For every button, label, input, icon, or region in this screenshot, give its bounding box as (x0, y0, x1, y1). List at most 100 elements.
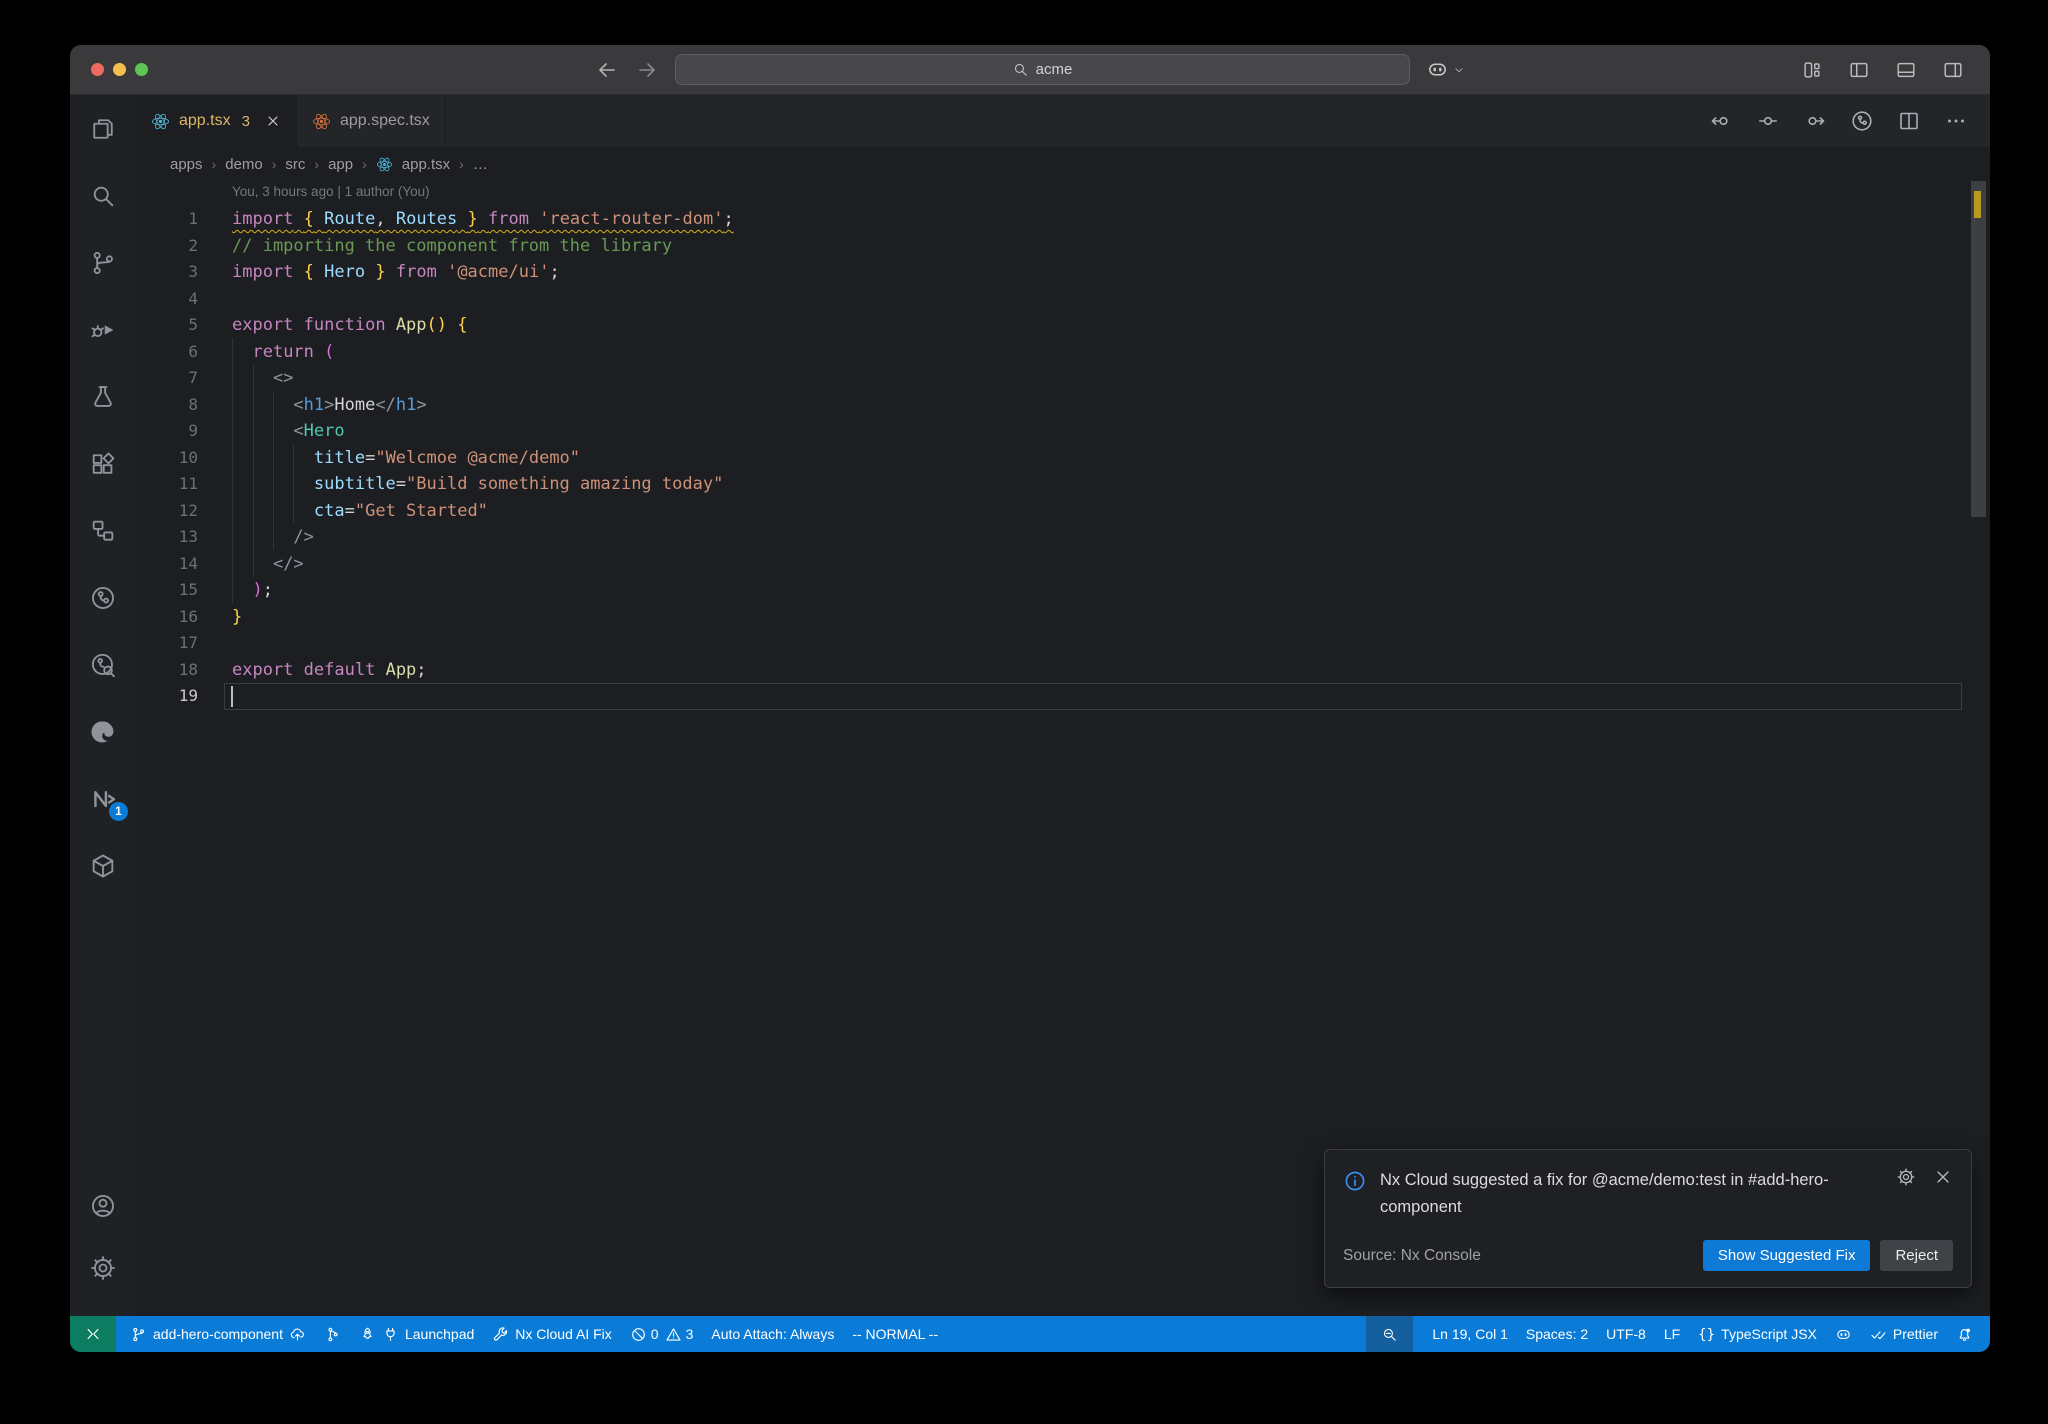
status-encoding[interactable]: UTF-8 (1597, 1316, 1655, 1352)
split-editor-icon[interactable] (1897, 109, 1921, 133)
close-window-button[interactable] (91, 63, 104, 76)
status-language-mode[interactable]: {} TypeScript JSX (1689, 1316, 1826, 1352)
code-line-3[interactable]: 3 import { Hero } from '@acme/ui'; (136, 259, 1990, 286)
status-label: Auto Attach: Always (711, 1326, 835, 1342)
text-cursor (231, 686, 233, 707)
line-number: 16 (178, 606, 198, 626)
indent-guide (293, 444, 294, 523)
activity-bar-item-extensions[interactable] (79, 440, 127, 488)
line-number: 4 (188, 288, 198, 308)
code-editor[interactable]: You, 3 hours ago | 1 author (You) 1 impor… (136, 181, 1990, 1316)
code-line-8[interactable]: 8 <h1>Home</h1> (136, 392, 1990, 419)
status-commit-graph[interactable] (315, 1316, 350, 1352)
code-line-19[interactable]: 19 (136, 683, 1990, 710)
status-zoom-level[interactable] (1366, 1316, 1414, 1352)
customize-layout-icon[interactable] (1801, 59, 1823, 81)
reject-button[interactable]: Reject (1880, 1240, 1953, 1271)
breadcrumb-item[interactable]: demo (225, 156, 263, 173)
breadcrumb-separator: › (362, 156, 367, 172)
show-suggested-fix-button[interactable]: Show Suggested Fix (1702, 1240, 1871, 1271)
line-content: title="Welcmoe @acme/demo" (313, 447, 581, 468)
status-label: UTF-8 (1606, 1326, 1646, 1342)
status-indentation[interactable]: Spaces: 2 (1517, 1316, 1597, 1352)
code-line-2[interactable]: 2 // importing the component from the lib… (136, 233, 1990, 260)
status-prettier[interactable]: Prettier (1861, 1316, 1947, 1352)
activity-bar-item-nx-console[interactable]: 1 (79, 775, 128, 823)
code-line-11[interactable]: 11 subtitle="Build something amazing tod… (136, 471, 1990, 498)
line-number: 9 (188, 421, 198, 440)
status-notifications-bell[interactable] (1947, 1316, 1982, 1352)
prev-change-icon[interactable] (1709, 109, 1733, 133)
notification-settings-gear-icon[interactable] (1896, 1167, 1916, 1187)
breadcrumb-item[interactable]: app (328, 156, 353, 173)
code-line-12[interactable]: 12 cta="Get Started" (136, 498, 1990, 525)
indent-guide (273, 391, 274, 550)
code-line-10[interactable]: 10 title="Welcmoe @acme/demo" (136, 445, 1990, 472)
code-line-1[interactable]: 1 import { Route, Routes } from 'react-ro… (136, 206, 1990, 233)
activity-bar-item-edge-devtools[interactable] (79, 708, 127, 756)
code-line-15[interactable]: 15 ); (136, 577, 1990, 604)
activity-bar-item-settings[interactable] (79, 1244, 127, 1292)
status-remote-indicator[interactable] (70, 1316, 116, 1352)
code-line-18[interactable]: 18 export default App; (136, 657, 1990, 684)
status-problems[interactable]: 03 (621, 1316, 703, 1352)
minimize-window-button[interactable] (113, 63, 126, 76)
status-vim-mode[interactable]: -- NORMAL -- (843, 1316, 947, 1352)
tab-app.tsx[interactable]: app.tsx 3 (136, 95, 297, 147)
breadcrumb-symbol[interactable]: … (473, 156, 488, 173)
vscode-window: acme 1 app.tsx 3 app.spec.tsx apps › dem… (70, 45, 1990, 1352)
activity-bar-item-search[interactable] (79, 172, 127, 220)
code-line-7[interactable]: 7 <> (136, 365, 1990, 392)
gear-icon (89, 1254, 117, 1282)
code-line-16[interactable]: 16} (136, 604, 1990, 631)
tab-label: app.spec.tsx (339, 112, 430, 129)
status-cursor-position[interactable]: Ln 19, Col 1 (1423, 1316, 1517, 1352)
run-circle-icon[interactable] (1850, 109, 1874, 133)
status-auto-attach[interactable]: Auto Attach: Always (702, 1316, 843, 1352)
toggle-panel-icon[interactable] (1895, 59, 1917, 81)
status-nx-cloud-ai-fix[interactable]: Nx Cloud AI Fix (483, 1316, 620, 1352)
notification-message: Nx Cloud suggested a fix for @acme/demo:… (1380, 1171, 1829, 1216)
activity-bar-item-git-graph-search[interactable] (79, 641, 127, 689)
activity-bar-item-testing[interactable] (79, 373, 127, 421)
tab-close-icon[interactable] (265, 113, 281, 129)
command-center-search[interactable]: acme (674, 54, 1410, 85)
code-line-13[interactable]: 13 /> (136, 524, 1990, 551)
activity-bar-item-project-graph[interactable] (79, 507, 127, 555)
copilot-menu[interactable] (1426, 58, 1466, 81)
status-git-branch[interactable]: add-hero-component (121, 1316, 315, 1352)
activity-bar-item-git-graph[interactable] (79, 574, 127, 622)
breadcrumb-item[interactable]: src (285, 156, 305, 173)
line-content: </> (272, 553, 304, 574)
run-and-debug-icon (89, 316, 117, 344)
tab-app.spec.tsx[interactable]: app.spec.tsx (296, 95, 446, 147)
editor-scrollbar[interactable] (1971, 181, 1986, 517)
zoom-window-button[interactable] (135, 63, 148, 76)
code-line-6[interactable]: 6 return ( (136, 339, 1990, 366)
code-line-9[interactable]: 9 <Hero (136, 418, 1990, 445)
status-launchpad[interactable]: Launchpad (350, 1316, 483, 1352)
activity-bar-item-run-and-debug[interactable] (79, 306, 127, 354)
toggle-primary-sidebar-icon[interactable] (1848, 59, 1870, 81)
activity-bar-item-explorer[interactable] (79, 105, 127, 153)
back-arrow-icon[interactable] (595, 58, 619, 82)
code-line-17[interactable]: 17 (136, 630, 1990, 657)
activity-bar-item-source-control[interactable] (79, 239, 127, 287)
breadcrumb-file[interactable]: app.tsx (402, 156, 450, 173)
next-change-icon[interactable] (1803, 109, 1827, 133)
breadcrumb-item[interactable]: apps (170, 156, 203, 173)
status-eol[interactable]: LF (1655, 1316, 1689, 1352)
activity-bar-item-accounts[interactable] (79, 1182, 127, 1230)
toggle-secondary-sidebar-icon[interactable] (1942, 59, 1964, 81)
notification-close-icon[interactable] (1933, 1167, 1953, 1187)
change-icon[interactable] (1756, 109, 1780, 133)
notification-source: Source: Nx Console (1343, 1246, 1481, 1264)
code-line-14[interactable]: 14 </> (136, 551, 1990, 578)
forward-arrow-icon[interactable] (635, 58, 659, 82)
tab-label: app.tsx (179, 112, 231, 129)
status-copilot-status[interactable] (1826, 1316, 1861, 1352)
more-icon[interactable] (1944, 109, 1968, 133)
code-line-4[interactable]: 4 (136, 286, 1990, 313)
code-line-5[interactable]: 5 export function App() { (136, 312, 1990, 339)
activity-bar-item-package-explorer[interactable] (79, 842, 127, 890)
